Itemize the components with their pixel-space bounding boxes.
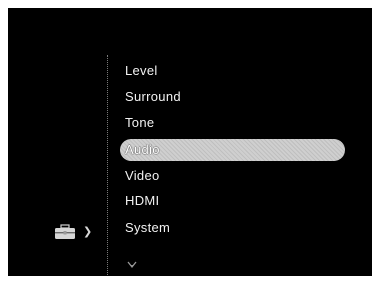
chevron-down-icon[interactable] (127, 261, 137, 269)
toolbox-icon (55, 224, 75, 239)
menu-item-hdmi[interactable]: HDMI (124, 190, 159, 212)
menu-item-video[interactable]: Video (124, 165, 160, 187)
chevron-right-icon: ❯ (83, 226, 93, 238)
menu-item-tone[interactable]: Tone (124, 112, 154, 134)
menu-item-surround[interactable]: Surround (124, 86, 181, 108)
osd-screen: Level Surround Tone Audio Video HDMI Sys… (8, 8, 372, 276)
menu-item-level[interactable]: Level (124, 60, 158, 82)
menu-item-system[interactable]: System (124, 217, 170, 239)
menu-item-audio[interactable]: Audio (120, 139, 345, 161)
